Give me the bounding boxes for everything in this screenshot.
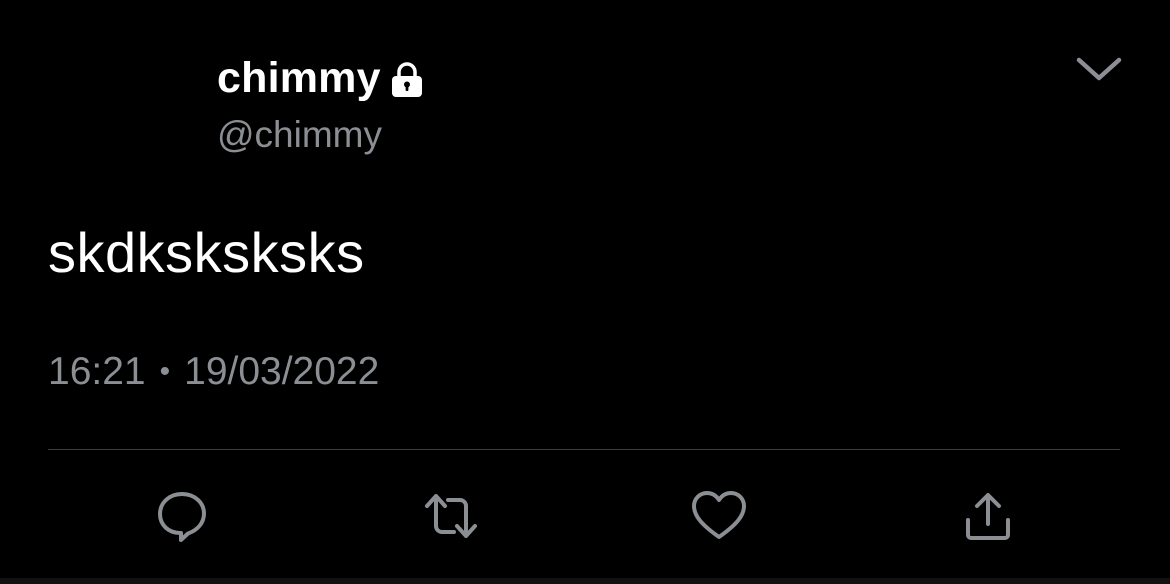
tweet-time: 16:21 — [48, 350, 146, 393]
share-button[interactable] — [958, 486, 1018, 546]
heart-icon — [690, 489, 748, 543]
avatar[interactable] — [48, 56, 188, 196]
retweet-icon — [421, 488, 481, 544]
reply-icon — [154, 488, 210, 544]
tweet-card: chimmy @chimmy skdksksksks 16:21 • 19/03… — [0, 0, 1170, 584]
tweet-timestamp[interactable]: 16:21 • 19/03/2022 — [48, 350, 379, 394]
tweet-date: 19/03/2022 — [184, 350, 380, 393]
display-name[interactable]: chimmy — [217, 54, 381, 103]
tweet-text: skdksksksks — [48, 221, 365, 284]
retweet-button[interactable] — [421, 486, 481, 546]
author-row: chimmy — [217, 50, 427, 106]
user-handle[interactable]: @chimmy — [217, 114, 382, 156]
action-bar — [0, 480, 1170, 550]
meta-separator: • — [159, 355, 171, 388]
divider — [48, 449, 1120, 450]
like-button[interactable] — [689, 486, 749, 546]
reply-button[interactable] — [152, 486, 212, 546]
lock-icon — [387, 60, 427, 100]
chevron-down-icon[interactable] — [1073, 50, 1125, 90]
share-icon — [960, 488, 1016, 544]
bottom-edge — [0, 578, 1170, 584]
